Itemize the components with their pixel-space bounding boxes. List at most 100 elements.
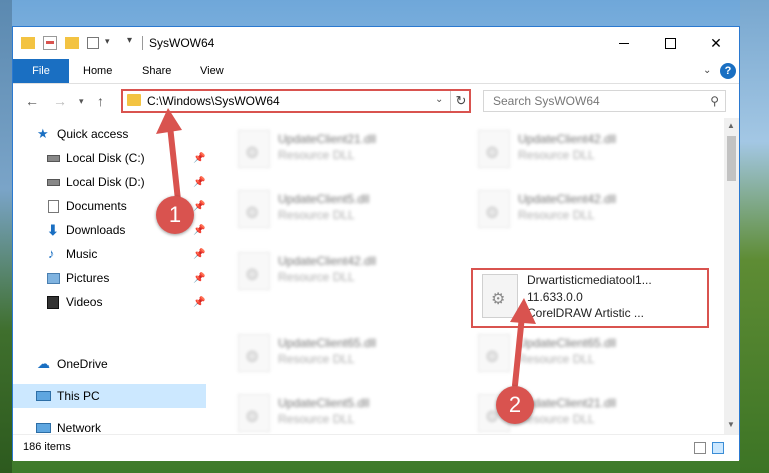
list-item[interactable]: ⚙ UpdateClient42.dll Resource DLL bbox=[470, 124, 680, 174]
nav-item-label: Network bbox=[57, 421, 102, 435]
pin-icon[interactable]: 📌 bbox=[193, 153, 205, 164]
up-arrow-icon[interactable]: ↑ bbox=[97, 93, 104, 109]
details-view-icon[interactable] bbox=[694, 442, 706, 454]
tab-file[interactable]: File bbox=[13, 59, 69, 83]
search-icon[interactable]: ⚲ bbox=[710, 94, 719, 108]
dll-file-icon: ⚙ bbox=[478, 190, 510, 228]
file-version: 11.633.0.0 bbox=[527, 290, 583, 304]
pictures-icon bbox=[47, 273, 60, 284]
file-name: UpdateClient65.dll bbox=[518, 336, 617, 350]
dll-file-icon: ⚙ bbox=[238, 190, 270, 228]
forward-arrow-icon[interactable]: → bbox=[53, 93, 67, 109]
large-icons-view-icon[interactable] bbox=[712, 442, 724, 454]
new-folder-icon[interactable] bbox=[65, 37, 79, 49]
documents-icon bbox=[48, 199, 59, 213]
back-arrow-icon[interactable]: ← bbox=[25, 93, 39, 109]
minimize-icon bbox=[619, 42, 629, 44]
tab-home[interactable]: Home bbox=[83, 59, 112, 83]
gear-icon: ⚙ bbox=[485, 145, 500, 162]
tab-view[interactable]: View bbox=[200, 59, 224, 83]
gear-icon: ⚙ bbox=[485, 349, 500, 366]
nav-item-local-disk-c[interactable]: Local Disk (C:) 📌 bbox=[13, 146, 206, 170]
step-callout-1: 1 bbox=[156, 196, 194, 234]
nav-item-onedrive[interactable]: ☁ OneDrive bbox=[13, 352, 206, 376]
desktop-background-left bbox=[0, 0, 12, 473]
cloud-icon: ☁ bbox=[37, 356, 50, 371]
nav-item-label: Documents bbox=[66, 199, 127, 213]
address-path[interactable]: C:\Windows\SysWOW64 bbox=[147, 94, 280, 108]
computer-icon bbox=[36, 391, 51, 401]
nav-item-label: Downloads bbox=[66, 223, 126, 237]
address-bar[interactable]: C:\Windows\SysWOW64 ⌄ ↻ bbox=[121, 89, 471, 113]
dll-file-icon: ⚙ bbox=[478, 130, 510, 168]
step-callout-2: 2 bbox=[496, 386, 534, 424]
customize-quick-access-icon[interactable] bbox=[87, 37, 99, 49]
refresh-icon[interactable]: ↻ bbox=[450, 91, 471, 111]
explorer-window: ▾ ▾ SysWOW64 ✕ File Home Share View ⌄ ? … bbox=[12, 26, 740, 461]
nav-item-quick-access[interactable]: ★ Quick access bbox=[13, 122, 206, 146]
ribbon-tabs: File Home Share View ⌄ ? bbox=[13, 59, 739, 84]
nav-item-pictures[interactable]: Pictures 📌 bbox=[13, 266, 206, 290]
gear-icon: ⚙ bbox=[245, 409, 260, 426]
properties-icon[interactable] bbox=[43, 36, 57, 50]
nav-item-this-pc[interactable]: This PC bbox=[13, 384, 206, 408]
dll-file-icon: ⚙ bbox=[238, 252, 270, 290]
maximize-button[interactable] bbox=[647, 27, 693, 59]
item-count: 186 items bbox=[23, 441, 71, 453]
tab-share[interactable]: Share bbox=[142, 59, 171, 83]
dll-file-icon: ⚙ bbox=[482, 274, 518, 318]
search-placeholder: Search SysWOW64 bbox=[493, 94, 600, 108]
list-item[interactable]: ⚙ UpdateClient5.dll Resource DLL bbox=[230, 388, 440, 434]
pin-icon[interactable]: 📌 bbox=[193, 249, 205, 260]
help-button[interactable]: ? bbox=[720, 63, 736, 79]
pin-icon[interactable]: 📌 bbox=[193, 297, 205, 308]
nav-item-videos[interactable]: Videos 📌 bbox=[13, 290, 206, 314]
file-description: Resource DLL bbox=[278, 270, 355, 284]
nav-item-music[interactable]: ♪ Music 📌 bbox=[13, 242, 206, 266]
search-input[interactable]: Search SysWOW64 ⚲ bbox=[483, 90, 726, 112]
list-item[interactable]: ⚙ UpdateClient65.dll Resource DLL bbox=[230, 328, 440, 378]
chevron-down-icon[interactable]: ⌄ bbox=[435, 94, 443, 105]
pin-icon[interactable]: 📌 bbox=[193, 225, 205, 236]
gear-icon: ⚙ bbox=[245, 205, 260, 222]
chevron-down-icon[interactable]: ▾ bbox=[105, 36, 110, 47]
gear-icon: ⚙ bbox=[245, 349, 260, 366]
file-name: UpdateClient65.dll bbox=[278, 336, 377, 350]
file-description: Resource DLL bbox=[278, 208, 355, 222]
file-list: ⚙ UpdateClient21.dll Resource DLL ⚙ Upda… bbox=[208, 118, 723, 434]
minimize-button[interactable] bbox=[601, 27, 647, 59]
list-item[interactable]: ⚙ UpdateClient21.dll Resource DLL bbox=[230, 124, 440, 174]
gear-icon: ⚙ bbox=[245, 267, 260, 284]
nav-item-local-disk-d[interactable]: Local Disk (D:) 📌 bbox=[13, 170, 206, 194]
gear-icon: ⚙ bbox=[245, 145, 260, 162]
file-description: Resource DLL bbox=[518, 148, 595, 162]
list-item[interactable]: ⚙ UpdateClient42.dll Resource DLL bbox=[230, 246, 440, 296]
nav-item-label: Quick access bbox=[57, 127, 129, 141]
desktop-background-right bbox=[740, 0, 769, 473]
vertical-scrollbar[interactable]: ▲ ▼ bbox=[724, 118, 739, 434]
scrollbar-thumb[interactable] bbox=[727, 136, 736, 181]
close-button[interactable]: ✕ bbox=[693, 27, 739, 59]
scroll-up-icon[interactable]: ▲ bbox=[727, 121, 735, 130]
file-name: UpdateClient42.dll bbox=[518, 132, 617, 146]
expand-ribbon-icon[interactable]: ⌄ bbox=[703, 65, 711, 76]
scroll-down-icon[interactable]: ▼ bbox=[727, 420, 735, 429]
nav-item-label: Music bbox=[66, 247, 98, 261]
pin-icon[interactable]: 📌 bbox=[193, 273, 205, 284]
videos-icon bbox=[47, 295, 59, 309]
download-icon: ⬇ bbox=[47, 222, 59, 238]
recent-locations-icon[interactable]: ▾ bbox=[79, 96, 84, 107]
list-item-target-dll[interactable]: ⚙ Drwartisticmediatool1... 11.633.0.0 Co… bbox=[474, 270, 706, 326]
navigation-pane: ★ Quick access Local Disk (C:) 📌 Local D… bbox=[13, 118, 206, 435]
file-description: Resource DLL bbox=[278, 352, 355, 366]
star-icon: ★ bbox=[37, 126, 49, 141]
pin-icon[interactable]: 📌 bbox=[193, 201, 205, 212]
gear-icon: ⚙ bbox=[491, 291, 506, 308]
list-item[interactable]: ⚙ UpdateClient5.dll Resource DLL bbox=[230, 184, 440, 234]
pin-icon[interactable]: 📌 bbox=[193, 177, 205, 188]
nav-item-label: Local Disk (C:) bbox=[66, 151, 145, 165]
status-bar: 186 items bbox=[13, 434, 739, 461]
list-item[interactable]: ⚙ UpdateClient65.dll Resource DLL bbox=[470, 328, 680, 378]
dll-file-icon: ⚙ bbox=[238, 394, 270, 432]
list-item[interactable]: ⚙ UpdateClient42.dll Resource DLL bbox=[470, 184, 680, 234]
